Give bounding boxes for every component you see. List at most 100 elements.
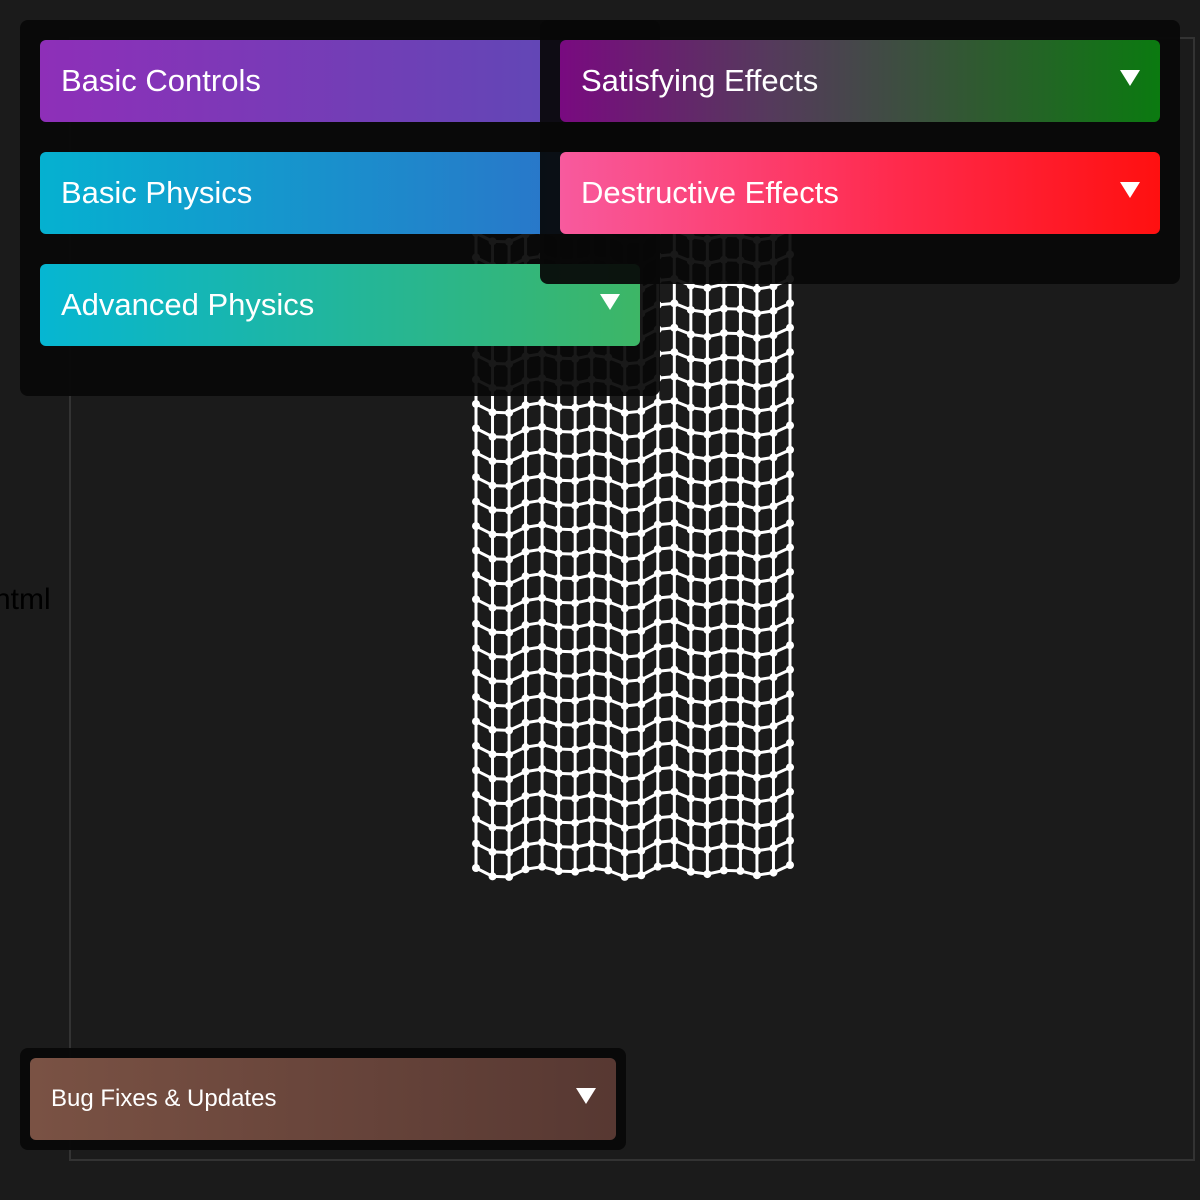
cloth-node [736, 573, 745, 582]
cloth-node [653, 862, 662, 871]
cloth-node [719, 426, 728, 435]
cloth-node [472, 497, 480, 506]
cloth-node [505, 506, 514, 515]
cloth-node [670, 299, 679, 308]
cloth-node [752, 529, 761, 538]
cloth-node [719, 744, 728, 753]
cloth-node [786, 665, 794, 674]
cloth-node [554, 525, 563, 534]
cloth-node [472, 741, 480, 750]
cloth-node [703, 796, 712, 805]
cloth-node [769, 819, 778, 828]
cloth-node [686, 354, 695, 363]
cloth-node [472, 570, 480, 579]
cloth-node [736, 671, 745, 680]
cloth-node [786, 763, 794, 772]
cloth-node [620, 653, 629, 662]
cloth-node [538, 862, 547, 871]
cloth-node [686, 623, 695, 632]
cloth-node [488, 799, 497, 808]
cloth-node [472, 668, 480, 677]
cloth-node [703, 552, 712, 561]
cloth-node [703, 357, 712, 366]
cloth-node [653, 813, 662, 822]
cloth-node [604, 475, 613, 484]
cloth-node [554, 451, 563, 460]
cloth-node [620, 506, 629, 515]
satisfying-effects-button[interactable]: Satisfying Effects [560, 40, 1160, 122]
cloth-node [538, 520, 547, 529]
app-stage: html Basic Controls Basic Physics Advanc… [0, 0, 1200, 1200]
cloth-node [686, 818, 695, 827]
cloth-node [703, 821, 712, 830]
cloth-node [571, 794, 580, 803]
cloth-node [786, 323, 794, 332]
cloth-node [488, 506, 497, 515]
cloth-node [571, 867, 580, 876]
cloth-node [505, 799, 514, 808]
cloth-node [670, 519, 679, 528]
cloth-node [786, 543, 794, 552]
cloth-node [571, 818, 580, 827]
cloth-node [521, 669, 530, 678]
cloth-node [786, 714, 794, 723]
cloth-node [521, 743, 530, 752]
cloth-node [521, 718, 530, 727]
cloth-node [703, 308, 712, 317]
cloth-node [703, 332, 712, 341]
cloth-node [571, 745, 580, 754]
cloth-node [554, 842, 563, 851]
destructive-effects-button[interactable]: Destructive Effects [560, 152, 1160, 234]
cloth-node [786, 299, 794, 308]
cloth-node [719, 475, 728, 484]
cloth-node [637, 553, 646, 562]
cloth-node [472, 644, 480, 653]
cloth-node [604, 866, 613, 875]
cloth-node [488, 652, 497, 661]
cloth-node [719, 353, 728, 362]
cloth-node [587, 644, 596, 653]
cloth-node [488, 603, 497, 612]
cloth-node [472, 595, 480, 604]
cloth-node [703, 528, 712, 537]
bug-fixes-updates-button[interactable]: Bug Fixes & Updates [30, 1058, 616, 1140]
cloth-node [505, 775, 514, 784]
cloth-node [604, 744, 613, 753]
cloth-node [769, 673, 778, 682]
cloth-node [620, 726, 629, 735]
cloth-node [488, 408, 497, 417]
cloth-node [769, 355, 778, 364]
cloth-node [620, 775, 629, 784]
cloth-node [521, 425, 530, 434]
cloth-node [670, 592, 679, 601]
cloth-node [752, 626, 761, 635]
cloth-node [786, 519, 794, 528]
cloth-node [752, 455, 761, 464]
cloth-node [604, 817, 613, 826]
cloth-node [587, 595, 596, 604]
cloth-node [637, 602, 646, 611]
cloth-node [752, 675, 761, 684]
cloth-node [637, 504, 646, 513]
cloth-node [620, 848, 629, 857]
cloth-node [554, 793, 563, 802]
cloth-node [488, 701, 497, 710]
cloth-node [604, 768, 613, 777]
cloth-node [703, 723, 712, 732]
cloth-node [538, 447, 547, 456]
cloth-node [637, 431, 646, 440]
cloth-node [703, 699, 712, 708]
cloth-node [554, 818, 563, 827]
cloth-node [719, 402, 728, 411]
cloth-node [571, 428, 580, 437]
bug-fixes-updates-label: Bug Fixes & Updates [51, 1085, 277, 1112]
cloth-node [538, 471, 547, 480]
cloth-node [472, 717, 480, 726]
cloth-node [670, 494, 679, 503]
cloth-node [752, 797, 761, 806]
cloth-node [786, 641, 794, 650]
cloth-node [719, 817, 728, 826]
cloth-node [637, 700, 646, 709]
cloth-node [703, 601, 712, 610]
cloth-node [752, 553, 761, 562]
